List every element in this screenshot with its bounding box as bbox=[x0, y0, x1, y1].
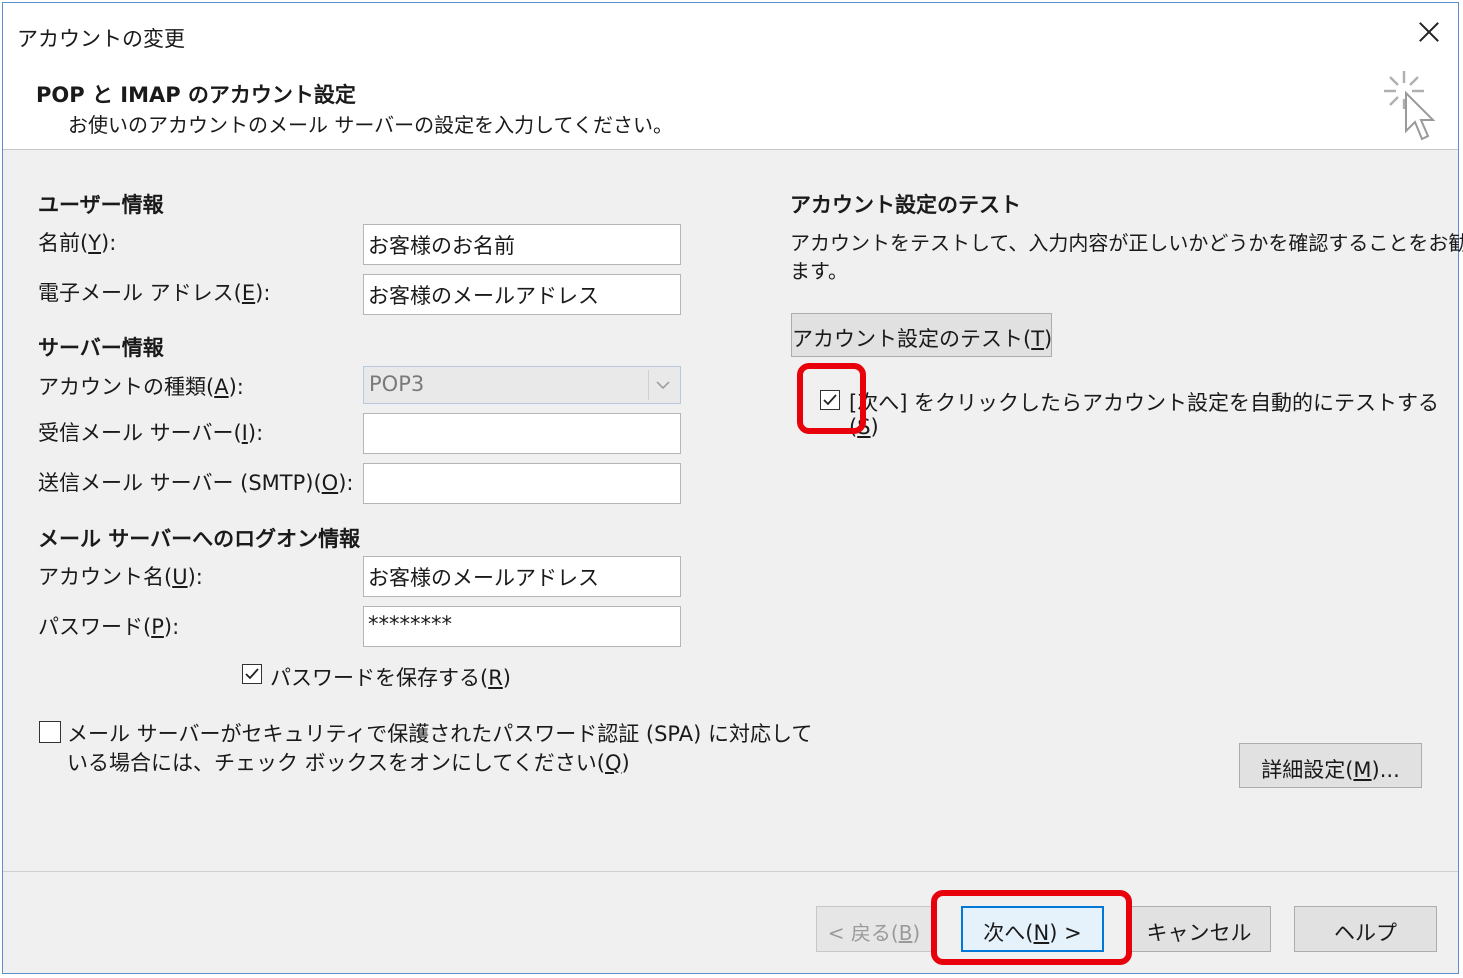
account-type-value: POP3 bbox=[369, 372, 425, 396]
back-button[interactable]: < 戻る(B) bbox=[816, 906, 932, 952]
email-label: 電子メール アドレス(E): bbox=[38, 281, 271, 305]
account-type-label: アカウントの種類(A): bbox=[38, 375, 244, 399]
header-title: POP と IMAP のアカウント設定 bbox=[36, 83, 356, 107]
logon-info-heading: メール サーバーへのログオン情報 bbox=[38, 527, 361, 551]
save-password-checkbox[interactable] bbox=[242, 664, 262, 684]
name-field[interactable]: お客様のお名前 bbox=[363, 224, 681, 265]
server-info-heading: サーバー情報 bbox=[38, 336, 164, 360]
incoming-server-field[interactable] bbox=[363, 413, 681, 454]
chevron-down-icon[interactable] bbox=[648, 370, 677, 400]
next-button[interactable]: 次へ(N) > bbox=[961, 906, 1104, 952]
user-info-heading: ユーザー情報 bbox=[38, 193, 164, 217]
title-bar: アカウントの変更 bbox=[3, 3, 1458, 63]
test-description-line2: ます。 bbox=[790, 259, 848, 283]
header-subtitle: お使いのアカウントのメール サーバーの設定を入力してください。 bbox=[68, 113, 673, 137]
outgoing-server-field[interactable] bbox=[363, 463, 681, 504]
wizard-cursor-icon bbox=[1384, 71, 1436, 141]
close-icon[interactable] bbox=[1414, 17, 1444, 47]
auto-test-checkbox[interactable] bbox=[820, 390, 840, 410]
account-name-field[interactable]: お客様のメールアドレス bbox=[363, 556, 681, 597]
password-field[interactable]: ******** bbox=[363, 606, 681, 647]
more-settings-button[interactable]: 詳細設定(M)... bbox=[1239, 743, 1422, 788]
account-change-dialog: アカウントの変更 POP と IMAP のアカウント設定 お使いのアカウントのメ… bbox=[2, 2, 1463, 974]
checkmark-icon bbox=[245, 668, 259, 680]
test-account-button[interactable]: アカウント設定のテスト(T) bbox=[791, 313, 1052, 357]
email-field[interactable]: お客様のメールアドレス bbox=[363, 274, 681, 315]
name-label: 名前(Y): bbox=[38, 231, 117, 255]
cancel-button[interactable]: キャンセル bbox=[1127, 906, 1271, 952]
checkmark-icon bbox=[823, 394, 837, 406]
save-password-label[interactable]: パスワードを保存する(R) bbox=[270, 662, 511, 692]
password-label: パスワード(P): bbox=[38, 615, 180, 639]
spa-checkbox[interactable] bbox=[39, 721, 61, 743]
dialog-header: POP と IMAP のアカウント設定 お使いのアカウントのメール サーバーの設… bbox=[3, 63, 1458, 150]
spa-label-line1[interactable]: メール サーバーがセキュリティで保護されたパスワード認証 (SPA) に対応して bbox=[67, 718, 812, 748]
account-name-label: アカウント名(U): bbox=[38, 565, 203, 589]
account-type-select[interactable]: POP3 bbox=[363, 366, 681, 404]
outgoing-server-label: 送信メール サーバー (SMTP)(O): bbox=[38, 471, 354, 495]
test-description-line1: アカウントをテストして、入力内容が正しいかどうかを確認することをお勧めし bbox=[790, 231, 1463, 255]
window-title: アカウントの変更 bbox=[17, 27, 185, 51]
help-button[interactable]: ヘルプ bbox=[1294, 906, 1437, 952]
auto-test-label-line2[interactable]: (S) bbox=[849, 415, 879, 439]
spa-label-line2[interactable]: いる場合には、チェック ボックスをオンにしてください(Q) bbox=[67, 747, 630, 777]
test-heading: アカウント設定のテスト bbox=[790, 193, 1021, 217]
auto-test-label-line1[interactable]: [次へ] をクリックしたらアカウント設定を自動的にテストする bbox=[849, 387, 1439, 417]
incoming-server-label: 受信メール サーバー(I): bbox=[38, 421, 264, 445]
footer-divider bbox=[3, 871, 1458, 872]
